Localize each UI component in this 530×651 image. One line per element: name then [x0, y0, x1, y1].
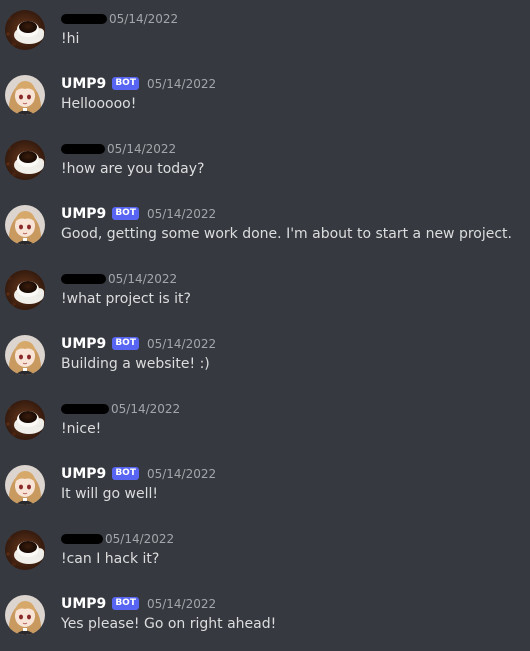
anime-girl-icon	[5, 335, 45, 375]
message-item[interactable]: 05/14/2022 !hi	[0, 2, 530, 62]
redacted-username	[61, 534, 103, 544]
coffee-cup-avatar[interactable]	[5, 400, 45, 440]
message-text: !what project is it?	[61, 291, 191, 307]
anime-girl-icon	[5, 205, 45, 245]
username[interactable]: UMP9	[61, 465, 106, 483]
message-text: Good, getting some work done. I'm about …	[61, 226, 513, 242]
redacted-username	[61, 144, 105, 154]
message-text: Hellooooo!	[61, 96, 137, 112]
message-item[interactable]: 05/14/2022 !how are you today?	[0, 132, 530, 192]
message-header: UMP9 BOT 05/14/2022	[61, 335, 216, 353]
coffee-cup-avatar[interactable]	[5, 530, 45, 570]
anime-girl-avatar[interactable]	[5, 205, 45, 245]
message-header: 05/14/2022	[61, 270, 177, 288]
message-text: Building a website! :)	[61, 356, 210, 372]
coffee-cup-icon	[5, 530, 45, 570]
redacted-username	[61, 274, 106, 284]
username[interactable]: UMP9	[61, 335, 106, 353]
bot-badge: BOT	[112, 206, 139, 220]
message-item[interactable]: UMP9 BOT 05/14/2022 It will go well!	[0, 457, 530, 517]
timestamp: 05/14/2022	[146, 77, 217, 91]
anime-girl-icon	[5, 75, 45, 115]
timestamp: 05/14/2022	[107, 142, 177, 156]
message-header: UMP9 BOT 05/14/2022	[61, 205, 216, 223]
anime-girl-icon	[5, 465, 45, 505]
anime-girl-avatar[interactable]	[5, 595, 45, 635]
coffee-cup-icon	[5, 140, 45, 180]
message-item[interactable]: UMP9 BOT 05/14/2022 Building a website! …	[0, 327, 530, 387]
coffee-cup-icon	[5, 10, 45, 50]
username[interactable]: UMP9	[61, 205, 106, 223]
message-item[interactable]: UMP9 BOT 05/14/2022 Good, getting some w…	[0, 197, 530, 257]
message-text: !nice!	[61, 421, 102, 437]
message-text: It will go well!	[61, 486, 158, 502]
timestamp: 05/14/2022	[146, 597, 217, 611]
message-text: !how are you today?	[61, 161, 205, 177]
message-header: UMP9 BOT 05/14/2022	[61, 75, 216, 93]
message-text: !can I hack it?	[61, 551, 160, 567]
timestamp: 05/14/2022	[146, 467, 217, 481]
timestamp: 05/14/2022	[109, 12, 179, 26]
timestamp: 05/14/2022	[146, 207, 217, 221]
timestamp: 05/14/2022	[108, 272, 178, 286]
coffee-cup-icon	[5, 400, 45, 440]
anime-girl-avatar[interactable]	[5, 75, 45, 115]
chat-log: 05/14/2022 !hi UMP9 BOT 05/14/2022 Hello…	[0, 0, 530, 651]
message-item[interactable]: 05/14/2022 !can I hack it?	[0, 522, 530, 582]
message-item[interactable]: UMP9 BOT 05/14/2022 Hellooooo!	[0, 67, 530, 127]
redacted-username	[61, 14, 107, 24]
redacted-username	[61, 404, 109, 414]
bot-badge: BOT	[112, 466, 139, 480]
username[interactable]: UMP9	[61, 75, 106, 93]
coffee-cup-avatar[interactable]	[5, 10, 45, 50]
anime-girl-icon	[5, 595, 45, 635]
message-item[interactable]: 05/14/2022 !nice!	[0, 392, 530, 452]
message-text: !hi	[61, 31, 80, 47]
timestamp: 05/14/2022	[146, 337, 217, 351]
bot-badge: BOT	[112, 596, 139, 610]
coffee-cup-avatar[interactable]	[5, 140, 45, 180]
bot-badge: BOT	[112, 76, 139, 90]
message-item[interactable]: UMP9 BOT 05/14/2022 Yes please! Go on ri…	[0, 587, 530, 647]
message-item[interactable]: 05/14/2022 !what project is it?	[0, 262, 530, 322]
anime-girl-avatar[interactable]	[5, 335, 45, 375]
coffee-cup-avatar[interactable]	[5, 270, 45, 310]
coffee-cup-icon	[5, 270, 45, 310]
anime-girl-avatar[interactable]	[5, 465, 45, 505]
message-header: 05/14/2022	[61, 140, 176, 158]
message-header: 05/14/2022	[61, 530, 174, 548]
timestamp: 05/14/2022	[111, 402, 181, 416]
message-header: 05/14/2022	[61, 400, 180, 418]
timestamp: 05/14/2022	[105, 532, 175, 546]
bot-badge: BOT	[112, 336, 139, 350]
username[interactable]: UMP9	[61, 595, 106, 613]
message-header: UMP9 BOT 05/14/2022	[61, 465, 216, 483]
message-header: 05/14/2022	[61, 10, 178, 28]
message-text: Yes please! Go on right ahead!	[61, 616, 277, 632]
message-header: UMP9 BOT 05/14/2022	[61, 595, 216, 613]
